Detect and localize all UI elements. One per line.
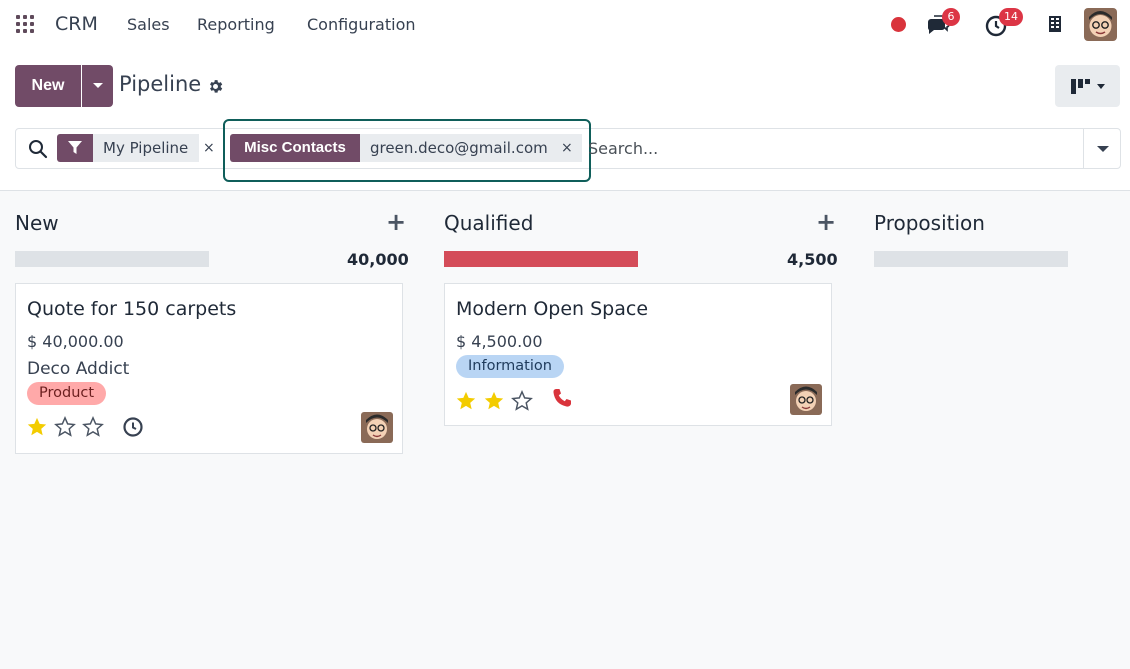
column-qualified-total: 4,500 (787, 250, 838, 269)
page-title: Pipeline (119, 72, 202, 96)
card-customer: Deco Addict (27, 359, 130, 379)
search-options-toggle[interactable] (1083, 128, 1121, 169)
star-empty-icon[interactable] (511, 390, 533, 412)
facet-my-pipeline: My Pipeline (93, 134, 199, 162)
app-brand[interactable]: CRM (55, 13, 98, 35)
recording-dot-icon[interactable] (891, 17, 906, 32)
highlighted-facet-outline (223, 119, 591, 182)
filter-icon (68, 141, 82, 154)
remove-facet-my-pipeline[interactable]: × (203, 134, 215, 162)
view-switcher-button[interactable] (1055, 65, 1120, 107)
star-empty-icon[interactable] (82, 416, 104, 438)
salesperson-avatar[interactable] (790, 384, 822, 415)
card-amount: $ 4,500.00 (456, 332, 543, 351)
column-title-new[interactable]: New (15, 211, 59, 235)
star-empty-icon[interactable] (54, 416, 76, 438)
gear-icon[interactable] (207, 78, 224, 95)
column-new-progress-bar[interactable] (15, 251, 209, 267)
column-title-qualified[interactable]: Qualified (444, 211, 533, 235)
menu-configuration[interactable]: Configuration (307, 15, 416, 34)
column-new-add-button[interactable]: + (386, 208, 406, 236)
kanban-view-icon (1071, 79, 1090, 94)
new-button[interactable]: New (15, 65, 81, 107)
chevron-down-icon (1097, 84, 1105, 89)
kanban-card[interactable]: Quote for 150 carpets $ 40,000.00 Deco A… (15, 283, 403, 454)
top-navbar: CRM Sales Reporting Configuration 6 14 (0, 0, 1130, 50)
salesperson-avatar[interactable] (361, 412, 393, 443)
kanban-card[interactable]: Modern Open Space $ 4,500.00 Information (444, 283, 832, 426)
search-icon[interactable] (28, 139, 48, 159)
activity-clock-icon[interactable] (122, 416, 144, 438)
menu-reporting[interactable]: Reporting (197, 15, 275, 34)
column-qualified-add-button[interactable]: + (816, 208, 836, 236)
column-proposition-progress-bar[interactable] (874, 251, 1068, 267)
column-title-proposition[interactable]: Proposition (874, 211, 985, 235)
column-qualified-progress-bar[interactable] (444, 251, 638, 267)
filter-facet-icon (57, 134, 93, 162)
star-filled-icon[interactable] (455, 390, 477, 412)
card-title: Quote for 150 carpets (27, 298, 237, 320)
card-amount: $ 40,000.00 (27, 332, 124, 351)
activity-count-badge: 14 (999, 8, 1023, 26)
card-tag: Product (27, 382, 107, 405)
column-new-total: 40,000 (347, 250, 409, 269)
card-tag: Information (456, 355, 564, 378)
search-input[interactable] (588, 136, 1068, 160)
star-filled-icon[interactable] (26, 416, 48, 438)
phone-icon[interactable] (552, 388, 572, 408)
company-building-icon[interactable] (1048, 15, 1062, 33)
chat-count-badge: 6 (942, 8, 960, 26)
user-avatar[interactable] (1084, 8, 1117, 41)
apps-grid-icon[interactable] (16, 15, 34, 33)
menu-sales[interactable]: Sales (127, 15, 170, 34)
column-qualified-progress-fill (444, 251, 638, 267)
card-title: Modern Open Space (456, 298, 649, 320)
new-dropdown-toggle[interactable] (82, 65, 113, 107)
star-filled-icon[interactable] (483, 390, 505, 412)
